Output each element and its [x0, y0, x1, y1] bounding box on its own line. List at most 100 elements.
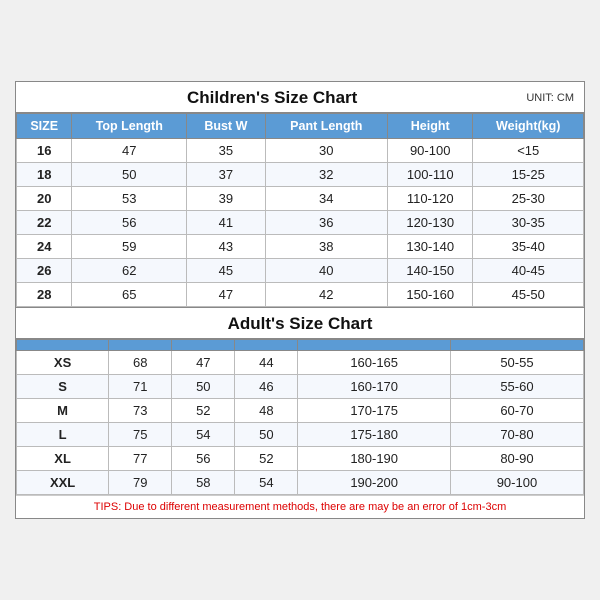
table-row: XS684744160-16550-55 [17, 351, 584, 375]
table-cell: 50-55 [450, 351, 583, 375]
col-pant-length: Pant Length [265, 114, 387, 139]
table-cell: 22 [17, 211, 72, 235]
table-cell: 39 [187, 187, 265, 211]
table-cell: 45-50 [473, 283, 584, 307]
table-cell: 65 [72, 283, 187, 307]
adult-col-pant-length [235, 340, 298, 351]
adult-col-top-length [109, 340, 172, 351]
table-cell: 50 [172, 375, 235, 399]
table-row: L755450175-18070-80 [17, 423, 584, 447]
table-cell: 45 [187, 259, 265, 283]
table-cell: 55-60 [450, 375, 583, 399]
table-cell: 73 [109, 399, 172, 423]
table-cell: 40-45 [473, 259, 584, 283]
chart-container: Children's Size Chart UNIT: CM SIZE Top … [15, 81, 585, 519]
table-cell: 42 [265, 283, 387, 307]
adult-col-size [17, 340, 109, 351]
table-cell: 24 [17, 235, 72, 259]
table-cell: 16 [17, 139, 72, 163]
table-cell: 60-70 [450, 399, 583, 423]
table-cell: 56 [172, 447, 235, 471]
table-cell: 48 [235, 399, 298, 423]
table-cell: XXL [17, 471, 109, 495]
children-title-row: Children's Size Chart UNIT: CM [16, 82, 584, 113]
table-cell: 30-35 [473, 211, 584, 235]
table-cell: 15-25 [473, 163, 584, 187]
adult-title: Adult's Size Chart [26, 314, 574, 334]
children-title: Children's Size Chart [26, 88, 518, 108]
table-row: 22564136120-13030-35 [17, 211, 584, 235]
table-row: 26624540140-15040-45 [17, 259, 584, 283]
table-cell: 46 [235, 375, 298, 399]
table-cell: 79 [109, 471, 172, 495]
table-cell: 50 [72, 163, 187, 187]
table-cell: 59 [72, 235, 187, 259]
table-cell: 38 [265, 235, 387, 259]
table-cell: 20 [17, 187, 72, 211]
table-cell: 56 [72, 211, 187, 235]
col-height: Height [387, 114, 472, 139]
table-cell: 43 [187, 235, 265, 259]
table-cell: 47 [72, 139, 187, 163]
table-cell: M [17, 399, 109, 423]
table-cell: 35 [187, 139, 265, 163]
adult-header-row [17, 340, 584, 351]
table-cell: 70-80 [450, 423, 583, 447]
table-row: XXL795854190-20090-100 [17, 471, 584, 495]
table-cell: 150-160 [387, 283, 472, 307]
table-cell: 32 [265, 163, 387, 187]
table-cell: 62 [72, 259, 187, 283]
table-row: 20533934110-12025-30 [17, 187, 584, 211]
col-weight: Weight(kg) [473, 114, 584, 139]
table-cell: 36 [265, 211, 387, 235]
table-cell: 140-150 [387, 259, 472, 283]
table-cell: 54 [235, 471, 298, 495]
table-row: 18503732100-11015-25 [17, 163, 584, 187]
table-row: XL775652180-19080-90 [17, 447, 584, 471]
table-cell: 47 [187, 283, 265, 307]
table-cell: 30 [265, 139, 387, 163]
table-cell: 26 [17, 259, 72, 283]
adult-col-height [298, 340, 450, 351]
tips-row: TIPS: Due to different measurement metho… [16, 495, 584, 518]
table-cell: 130-140 [387, 235, 472, 259]
table-cell: 34 [265, 187, 387, 211]
table-cell: 190-200 [298, 471, 450, 495]
table-cell: 40 [265, 259, 387, 283]
table-cell: 35-40 [473, 235, 584, 259]
adult-title-row: Adult's Size Chart [16, 307, 584, 339]
table-cell: 77 [109, 447, 172, 471]
table-row: 28654742150-16045-50 [17, 283, 584, 307]
children-table: SIZE Top Length Bust W Pant Length Heigh… [16, 113, 584, 307]
table-cell: 52 [235, 447, 298, 471]
table-cell: 180-190 [298, 447, 450, 471]
table-cell: 47 [172, 351, 235, 375]
table-cell: 160-170 [298, 375, 450, 399]
table-row: S715046160-17055-60 [17, 375, 584, 399]
table-cell: 175-180 [298, 423, 450, 447]
table-cell: 28 [17, 283, 72, 307]
table-cell: L [17, 423, 109, 447]
table-cell: 160-165 [298, 351, 450, 375]
table-cell: 25-30 [473, 187, 584, 211]
table-row: M735248170-17560-70 [17, 399, 584, 423]
table-cell: 110-120 [387, 187, 472, 211]
children-tbody: 1647353090-100<1518503732100-11015-25205… [17, 139, 584, 307]
table-cell: 71 [109, 375, 172, 399]
table-cell: 54 [172, 423, 235, 447]
table-cell: 58 [172, 471, 235, 495]
table-cell: 100-110 [387, 163, 472, 187]
table-cell: <15 [473, 139, 584, 163]
table-cell: 18 [17, 163, 72, 187]
table-cell: S [17, 375, 109, 399]
col-size: SIZE [17, 114, 72, 139]
col-top-length: Top Length [72, 114, 187, 139]
table-cell: 50 [235, 423, 298, 447]
table-cell: 80-90 [450, 447, 583, 471]
adult-col-bust-w [172, 340, 235, 351]
children-header-row: SIZE Top Length Bust W Pant Length Heigh… [17, 114, 584, 139]
table-row: 1647353090-100<15 [17, 139, 584, 163]
unit-label: UNIT: CM [526, 92, 574, 104]
table-cell: 52 [172, 399, 235, 423]
table-cell: 120-130 [387, 211, 472, 235]
